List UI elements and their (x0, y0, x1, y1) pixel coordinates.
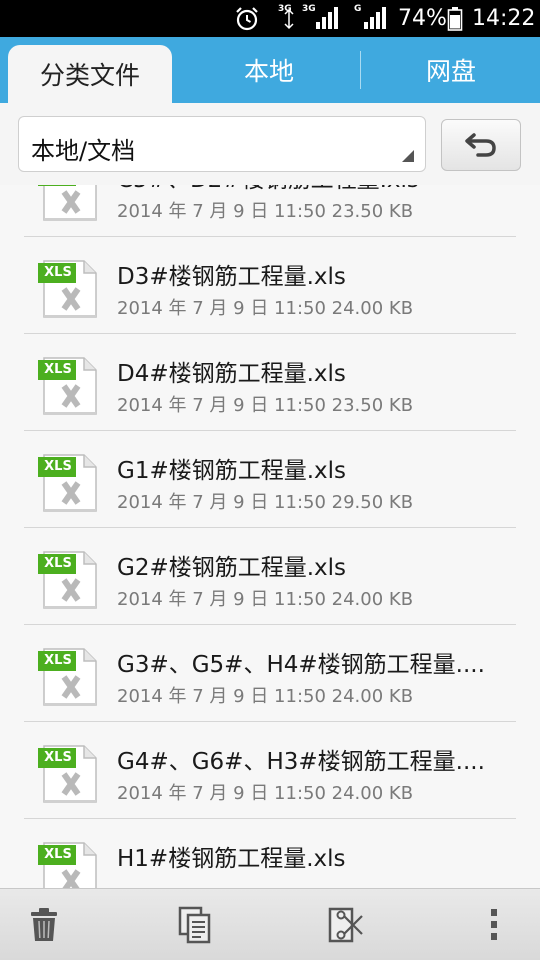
xls-icon-label: XLS (44, 750, 72, 765)
xls-file-icon: XLS (36, 449, 100, 513)
xls-file-icon: XLS (36, 546, 100, 610)
xls-icon-label: XLS (44, 459, 72, 474)
file-name: H1#楼钢筋工程量.xls (117, 846, 346, 872)
battery-icon (447, 0, 463, 37)
file-name: C5#、D2#楼钢筋工程量.xls (117, 185, 517, 194)
file-row[interactable]: XLS D4#楼钢筋工程量.xls 2014 年 7 月 9 日 11:50 2… (0, 334, 540, 431)
file-name: G2#楼钢筋工程量.xls (117, 555, 347, 581)
cut-icon (328, 907, 363, 943)
tab-bar: 分类文件 本地 网盘 (0, 37, 540, 103)
tab-category-files[interactable]: 分类文件 (8, 45, 172, 103)
copy-button[interactable] (173, 903, 217, 947)
bottom-toolbar (0, 888, 540, 960)
file-list[interactable]: XLS C5#、D2#楼钢筋工程量.xls 2014 年 7 月 9 日 11:… (0, 185, 540, 888)
alarm-clock-icon (234, 0, 262, 37)
battery-percent: 74% (398, 6, 447, 31)
xls-icon-label: XLS (44, 847, 72, 862)
path-bar: 本地/文档 (0, 103, 540, 185)
signal-icon-2: 3G (300, 0, 340, 37)
file-name: D3#楼钢筋工程量.xls (117, 264, 346, 290)
file-meta: 2014 年 7 月 9 日 11:50 24.00 KB (117, 686, 414, 707)
path-dropdown[interactable]: 本地/文档 (18, 116, 426, 172)
more-button[interactable] (472, 903, 516, 947)
file-name: G1#楼钢筋工程量.xls (117, 458, 347, 484)
xls-file-icon: XLS (36, 643, 100, 707)
xls-icon-label: XLS (44, 556, 72, 571)
file-row[interactable]: XLS G2#楼钢筋工程量.xls 2014 年 7 月 9 日 11:50 2… (0, 528, 540, 625)
file-meta: 2014 年 7 月 9 日 11:50 29.50 KB (117, 492, 414, 513)
file-meta: 2014 年 7 月 9 日 11:50 24.00 KB (117, 589, 414, 610)
status-bar: 3G 3G G 74% 14:22 (0, 0, 540, 37)
file-name: G3#、G5#、H4#楼钢筋工程量.... (117, 652, 485, 678)
trash-icon (31, 908, 57, 941)
xls-icon-label: XLS (44, 362, 72, 377)
file-meta: 2014 年 7 月 9 日 11:50 24.00 KB (117, 298, 414, 319)
file-name: G4#、G6#、H3#楼钢筋工程量.... (117, 749, 485, 775)
xls-file-icon: XLS (36, 185, 100, 222)
xls-file-icon: XLS (36, 255, 100, 319)
file-meta: 2014 年 7 月 9 日 11:50 23.50 KB (117, 395, 414, 416)
xls-icon-label: XLS (44, 653, 72, 668)
delete-button[interactable] (22, 903, 66, 947)
file-row[interactable]: XLS H1#楼钢筋工程量.xls (0, 819, 540, 888)
cut-button[interactable] (324, 903, 368, 947)
signal-icon-3: G (352, 0, 392, 37)
tab-local[interactable]: 本地 (180, 37, 358, 103)
file-name: D4#楼钢筋工程量.xls (117, 361, 346, 387)
file-list-rows: XLS C5#、D2#楼钢筋工程量.xls 2014 年 7 月 9 日 11:… (0, 185, 540, 888)
file-row[interactable]: XLS C5#、D2#楼钢筋工程量.xls 2014 年 7 月 9 日 11:… (0, 185, 540, 237)
back-button[interactable] (441, 119, 521, 171)
more-vert-icon (491, 909, 497, 940)
file-row[interactable]: XLS D3#楼钢筋工程量.xls 2014 年 7 月 9 日 11:50 2… (0, 237, 540, 334)
xls-file-icon: XLS (36, 837, 100, 888)
xls-file-icon: XLS (36, 740, 100, 804)
xls-icon-label: XLS (44, 265, 72, 280)
file-row[interactable]: XLS G4#、G6#、H3#楼钢筋工程量.... 2014 年 7 月 9 日… (0, 722, 540, 819)
file-row[interactable]: XLS G1#楼钢筋工程量.xls 2014 年 7 月 9 日 11:50 2… (0, 431, 540, 528)
back-arrow-icon (465, 133, 496, 157)
clock: 14:22 (472, 6, 536, 31)
xls-file-icon: XLS (36, 352, 100, 416)
tab-divider (360, 51, 361, 89)
file-meta: 2014 年 7 月 9 日 11:50 24.00 KB (117, 783, 414, 804)
dropdown-corner-icon (402, 150, 414, 162)
copy-icon (178, 906, 211, 944)
file-meta: 2014 年 7 月 9 日 11:50 23.50 KB (117, 201, 414, 222)
tab-cloud-drive[interactable]: 网盘 (362, 37, 540, 103)
current-path: 本地/文档 (31, 137, 136, 165)
file-row[interactable]: XLS G3#、G5#、H4#楼钢筋工程量.... 2014 年 7 月 9 日… (0, 625, 540, 722)
